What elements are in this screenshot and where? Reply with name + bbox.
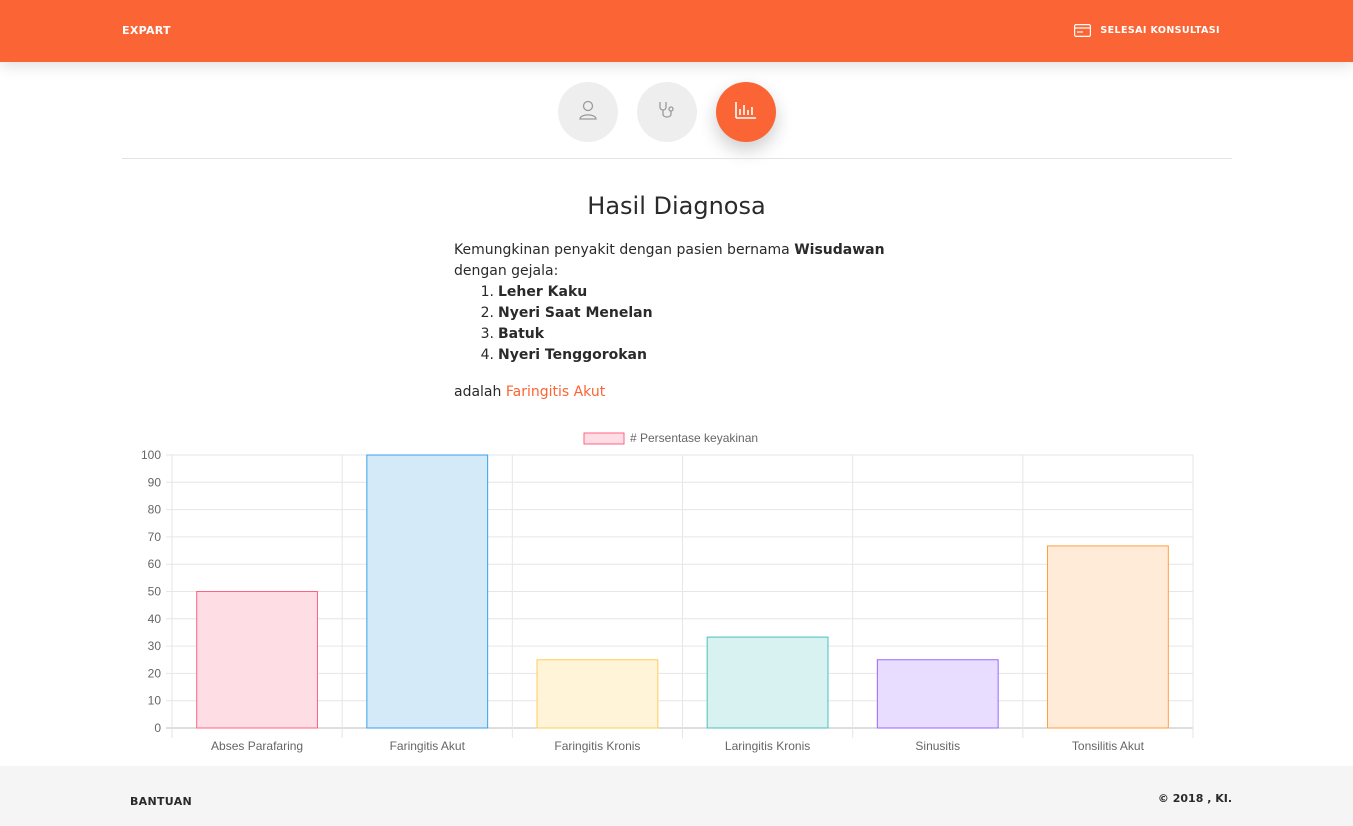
bar [536, 659, 659, 729]
step-result[interactable] [716, 82, 776, 142]
navbar: EXPART SELESAI KONSULTASI [0, 0, 1353, 62]
y-tick-label: 30 [148, 639, 162, 653]
confidence-chart: 0 10 20 30 40 50 60 70 80 90 100 Abses Parafaring Fa… [0, 425, 1353, 755]
x-tick-label: Laringitis Kronis [725, 739, 810, 753]
diagnosis-result: Kemungkinan penyakit dengan pasien berna… [454, 240, 924, 403]
y-tick-label: 50 [148, 585, 162, 599]
wizard-steps [0, 82, 1353, 142]
y-tick-label: 10 [148, 694, 162, 708]
footer: BANTUAN © 2018 , KI. [0, 766, 1353, 826]
x-tick-label: Tonsilitis Akut [1072, 739, 1145, 753]
page-title: Hasil Diagnosa [587, 192, 766, 220]
finish-consultation-button[interactable]: SELESAI KONSULTASI [1074, 24, 1220, 37]
stethoscope-icon [657, 100, 677, 124]
step-symptoms[interactable] [637, 82, 697, 142]
intro-line: Kemungkinan penyakit dengan pasien berna… [454, 240, 924, 261]
copyright-text: © 2018 , KI. [1157, 792, 1232, 805]
x-tick-label: Faringitis Akut [390, 739, 466, 753]
bar [366, 454, 489, 729]
y-tick-label: 70 [148, 530, 162, 544]
symptom-item: 4. Nyeri Tenggorokan [480, 347, 647, 363]
brand-link[interactable]: EXPART [122, 24, 171, 37]
finish-consultation-label: SELESAI KONSULTASI [1100, 25, 1220, 36]
help-link[interactable]: BANTUAN [130, 795, 192, 808]
symptom-list: 1. Leher Kaku 2. Nyeri Saat Menelan 3. Batu… [478, 282, 924, 366]
symptom-item: 1. Leher Kaku [480, 284, 588, 300]
y-tick-label: 100 [141, 448, 161, 462]
patient-name: Wisudawan [794, 242, 885, 258]
bar-chart: 0 10 20 30 40 50 60 70 80 90 100 Abses Parafaring Fa… [141, 431, 1194, 753]
bar [196, 591, 318, 729]
diagnosis-name: Faringitis Akut [505, 384, 606, 400]
y-tick-label: 80 [148, 503, 162, 517]
conclusion-line: adalah Faringitis Akut [454, 382, 924, 403]
y-tick-label: 60 [148, 557, 162, 571]
symptom-item: 2. Nyeri Saat Menelan [480, 305, 653, 321]
y-tick-label: 0 [154, 721, 161, 735]
bar-chart-icon [735, 101, 757, 123]
card-icon [1074, 24, 1092, 37]
divider [122, 158, 1232, 159]
step-patient[interactable] [558, 82, 618, 142]
bar [876, 659, 999, 729]
bar [706, 636, 829, 729]
legend-label: # Persentase keyakinan [630, 431, 758, 445]
y-tick-label: 90 [148, 475, 162, 489]
x-tick-label: Sinusitis [915, 739, 960, 753]
intro-text: Kemungkinan penyakit dengan pasien berna… [454, 242, 790, 258]
x-tick-label: Faringitis Kronis [554, 739, 640, 753]
symptom-item: 3. Batuk [480, 326, 545, 342]
conclusion-prefix: adalah [454, 384, 502, 400]
symptoms-label: dengan gejala: [454, 263, 559, 279]
y-tick-label: 40 [148, 612, 162, 626]
legend-swatch [583, 432, 625, 445]
y-tick-label: 20 [148, 666, 162, 680]
bar [1047, 545, 1169, 729]
user-icon [579, 100, 597, 124]
x-tick-label: Abses Parafaring [211, 739, 303, 753]
